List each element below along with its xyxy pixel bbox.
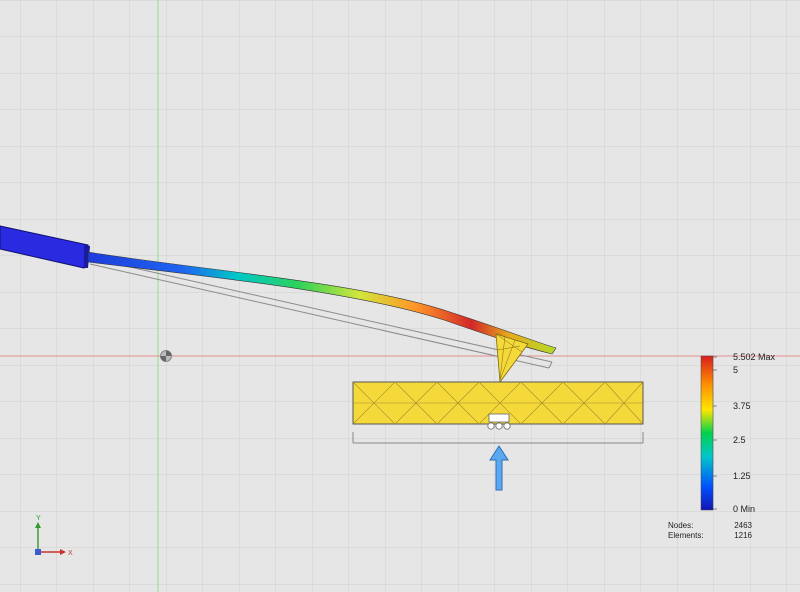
legend-tick-label: 2.5 (733, 435, 746, 445)
nodes-label: Nodes: (668, 521, 694, 530)
elements-label: Elements: (668, 531, 704, 540)
legend-color-bar (700, 355, 714, 511)
roller-constraint-icon[interactable] (487, 413, 511, 430)
legend-max-label: 5.502 Max (733, 352, 776, 362)
origin-marker[interactable] (160, 350, 172, 362)
elements-value: 1216 (734, 531, 752, 540)
legend-min-label: 0 Min (733, 504, 756, 514)
nodes-value: 2463 (734, 521, 752, 530)
legend-tick-label: 3.75 (733, 401, 751, 411)
triad-x-label: X (68, 550, 73, 557)
mesh-stats: Nodes: 2463 Elements: 1216 (668, 521, 752, 541)
grid-background (0, 0, 800, 592)
model-viewport[interactable]: Y X (0, 0, 800, 592)
legend-tick-label: 1.25 (733, 471, 751, 481)
legend-tick-label: 5 (733, 365, 739, 375)
triad-y-label: Y (36, 515, 41, 522)
